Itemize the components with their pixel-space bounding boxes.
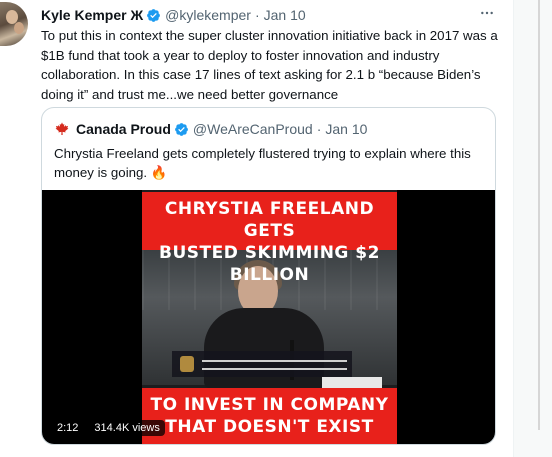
author-avatar[interactable] xyxy=(0,2,28,46)
quoted-author-name[interactable]: Canada Proud xyxy=(76,121,171,137)
more-horizontal-icon xyxy=(481,11,493,15)
more-options-button[interactable] xyxy=(478,4,496,22)
video-views: 314.4K views xyxy=(89,420,165,436)
tweet[interactable]: Kyle Kemper Ж @kylekemper · Jan 10 To pu… xyxy=(0,0,510,457)
header-separator: · xyxy=(254,7,260,23)
tweet-text: To put this in context the super cluster… xyxy=(41,28,498,102)
crest-icon xyxy=(180,356,194,372)
banner-bottom-line-1: TO INVEST IN COMPANY xyxy=(150,395,389,415)
banner-top-line-1: CHRYSTIA FREELAND GETS xyxy=(164,199,375,241)
author-name[interactable]: Kyle Kemper Ж xyxy=(41,7,143,23)
video-banner-top: CHRYSTIA FREELAND GETS BUSTED SKIMMING $… xyxy=(142,192,397,285)
quoted-tweet-date[interactable]: Jan 10 xyxy=(325,121,367,137)
tweet-header: Kyle Kemper Ж @kylekemper · Jan 10 xyxy=(41,5,306,25)
video-lower-third xyxy=(172,351,352,377)
video-overlay: 2:12 314.4K views xyxy=(52,419,165,437)
verified-badge-icon xyxy=(175,122,188,136)
maple-leaf-icon xyxy=(55,122,69,135)
quoted-header-separator: · xyxy=(316,121,322,137)
banner-bottom-line-2: THAT DOESN'T EXIST xyxy=(165,417,374,437)
banner-top-line-2: BUSTED SKIMMING $2 BILLION xyxy=(159,243,380,285)
quoted-tweet-text: Chrystia Freeland gets completely fluste… xyxy=(54,146,471,180)
video-frame[interactable]: CHRYSTIA FREELAND GETS BUSTED SKIMMING $… xyxy=(142,190,397,444)
avatar-face-secondary xyxy=(14,22,24,34)
right-gutter xyxy=(513,0,552,457)
video-banner-bottom: TO INVEST IN COMPANY THAT DOESN'T EXIST xyxy=(142,388,397,444)
quoted-tweet[interactable]: Canada Proud @WeAreCanProud · Jan 10 Chr… xyxy=(41,107,496,445)
lower-third-line xyxy=(202,360,347,362)
tweet-date[interactable]: Jan 10 xyxy=(264,7,306,23)
author-handle[interactable]: @kylekemper xyxy=(165,7,251,23)
scrollbar[interactable] xyxy=(538,0,540,430)
video-duration: 2:12 xyxy=(52,420,84,436)
quoted-tweet-header: Canada Proud @WeAreCanProud · Jan 10 xyxy=(54,120,367,138)
lower-third-line xyxy=(202,368,347,370)
video-player[interactable]: CHRYSTIA FREELAND GETS BUSTED SKIMMING $… xyxy=(42,190,495,444)
verified-badge-icon xyxy=(147,8,161,22)
quoted-author-handle[interactable]: @WeAreCanProud xyxy=(193,121,313,137)
